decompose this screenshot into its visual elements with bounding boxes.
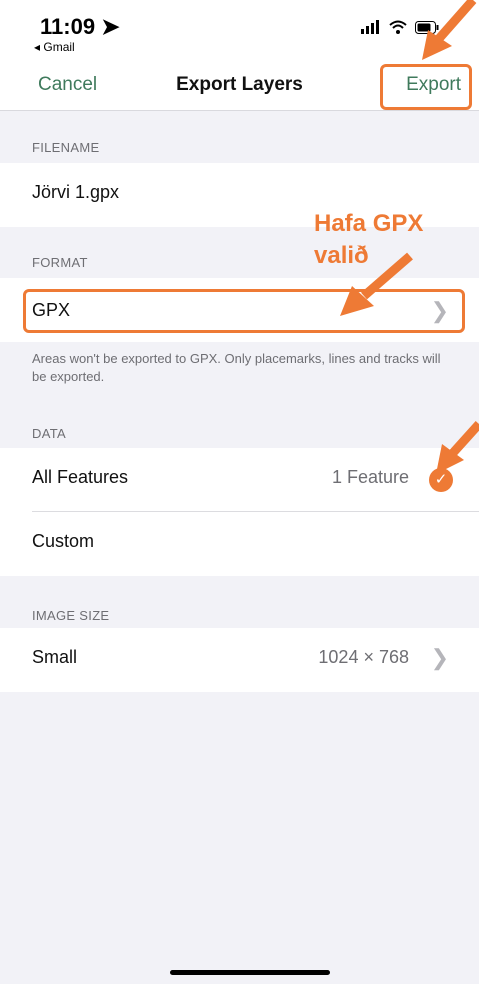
arrow-to-export-icon bbox=[422, 0, 477, 60]
arrow-to-check-icon bbox=[436, 420, 479, 474]
feature-count: 1 Feature bbox=[331, 467, 409, 487]
data-option-custom[interactable]: Custom bbox=[0, 512, 479, 576]
signal-icon bbox=[361, 20, 379, 34]
image-size-section-label: IMAGE SIZE bbox=[32, 608, 110, 623]
export-layers-screen: 11:09 ➤ ◂ Gmail Cancel Export Layers Exp… bbox=[0, 0, 479, 984]
chevron-right-icon: ❯ bbox=[430, 645, 449, 670]
export-highlight-box bbox=[380, 64, 472, 110]
custom-label: Custom bbox=[32, 531, 95, 551]
wifi-icon bbox=[389, 20, 407, 34]
arrow-to-gpx-icon bbox=[340, 252, 413, 316]
filename-value: Jörvi 1.gpx bbox=[32, 182, 120, 202]
image-size-row[interactable]: Small 1024 × 768 ❯ bbox=[0, 628, 479, 692]
status-time: 11:09 ➤ bbox=[40, 14, 120, 39]
data-option-all-features[interactable]: All Features 1 Feature ✓ bbox=[0, 448, 479, 512]
location-arrow-icon: ➤ bbox=[101, 14, 120, 39]
data-section-label: DATA bbox=[32, 426, 66, 441]
format-section-label: FORMAT bbox=[32, 255, 88, 270]
format-hint: Areas won't be exported to GPX. Only pla… bbox=[32, 351, 441, 384]
status-bar: 11:09 ➤ ◂ Gmail bbox=[0, 0, 479, 60]
all-features-label: All Features bbox=[32, 467, 129, 487]
image-size-value: Small bbox=[32, 647, 78, 667]
home-indicator[interactable] bbox=[170, 970, 330, 975]
back-to-gmail-link[interactable]: ◂ Gmail bbox=[34, 40, 75, 54]
image-size-dimensions: 1024 × 768 bbox=[318, 647, 409, 667]
filename-section-label: FILENAME bbox=[32, 140, 100, 155]
